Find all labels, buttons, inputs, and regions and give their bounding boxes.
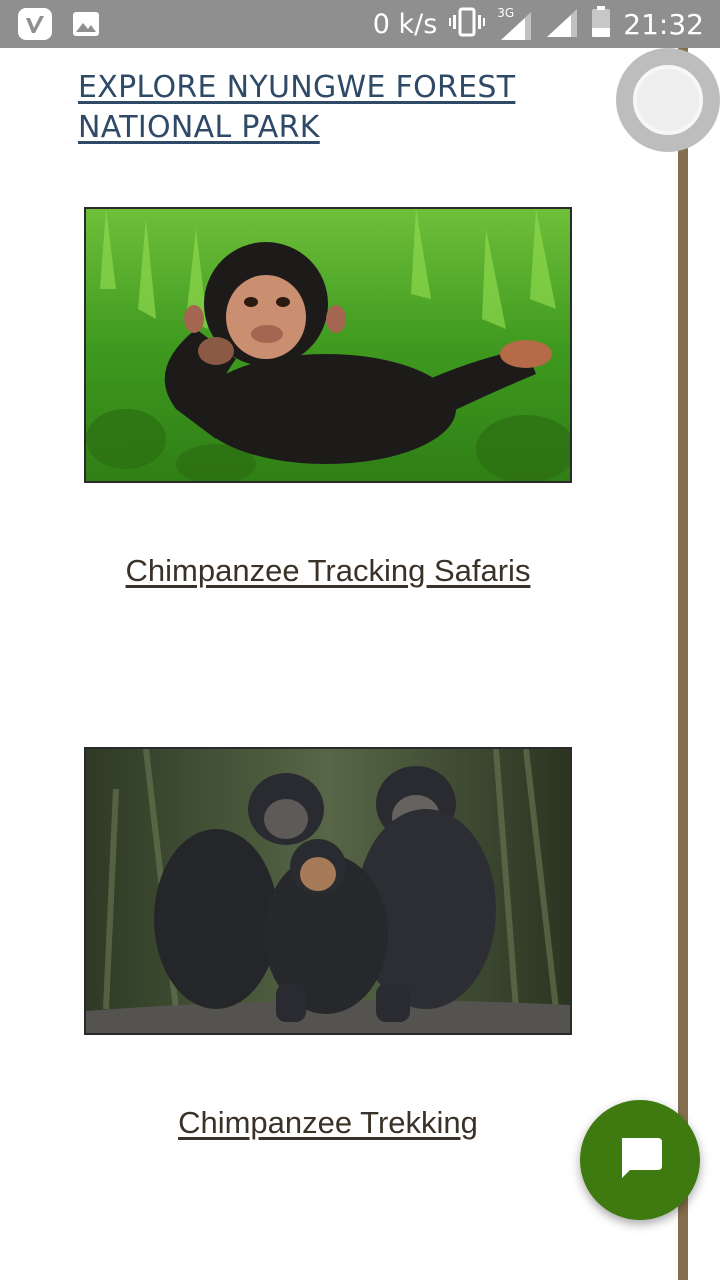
chat-bubble-icon <box>616 1134 664 1187</box>
battery-icon <box>591 6 611 43</box>
vimeo-icon <box>18 8 52 40</box>
vibrate-icon <box>449 7 486 42</box>
page-edge-scrollbar[interactable] <box>678 48 688 1280</box>
network-type: 3G <box>497 5 515 20</box>
chimpanzee-tracking-safaris-link[interactable]: Chimpanzee Tracking Safaris <box>84 553 572 589</box>
image-icon <box>72 11 100 37</box>
chimpanzee-trekking-link[interactable]: Chimpanzee Trekking <box>84 1105 572 1141</box>
signal-icon: 3G <box>497 6 533 40</box>
chimpanzee-tracking-image[interactable] <box>84 207 572 483</box>
chat-button[interactable] <box>580 1100 700 1220</box>
status-bar: 0 k/s 3G 21:32 <box>0 0 720 48</box>
signal-icon <box>545 7 579 42</box>
page-title[interactable]: EXPLORE NYUNGWE FOREST NATIONAL PARK <box>78 68 598 148</box>
chimpanzee-trekking-image[interactable] <box>84 747 572 1035</box>
floating-scroll-handle[interactable] <box>616 48 720 152</box>
scroll-handle-knob <box>633 65 703 135</box>
network-speed: 0 k/s <box>372 9 438 40</box>
clock: 21:32 <box>623 8 704 41</box>
